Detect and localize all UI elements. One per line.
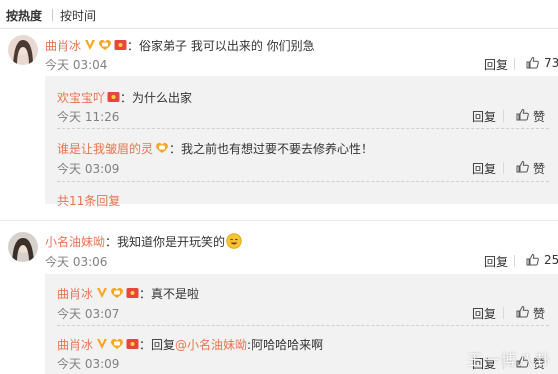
reply-text: ：真不是啦 [139,287,200,301]
like-label[interactable]: 赞 [533,108,545,125]
username-link[interactable]: 谁是让我皱眉的灵 [57,142,153,156]
thumbs-up-icon[interactable] [526,253,539,266]
comment-line: 小名油妹呦：我知道你是开玩笑的 [45,233,242,250]
red-envelope-icon [126,339,139,349]
reply-timestamp: 今天 03:09 [57,162,120,176]
reply-button[interactable]: 回复 [472,108,496,125]
reply-button[interactable]: 回复 [472,160,496,177]
reply-timestamp: 今天 11:26 [57,110,120,124]
reply-button[interactable]: 回复 [484,56,508,73]
red-envelope-icon [114,40,127,50]
red-envelope-icon [107,92,120,102]
comment-text: ：俗家弟子 我可以出来的 你们别急 [127,39,315,53]
reply-line: 谁是让我皱眉的灵 ：我之前也有想过要不要去修养心性！ [57,140,373,157]
avatar[interactable] [8,232,38,262]
fan-heart-icon [99,39,111,50]
smile-emoji-icon [226,233,242,249]
like-label[interactable]: 赞 [533,160,545,177]
thumbs-up-icon[interactable] [516,108,529,121]
thumbs-up-icon[interactable] [526,56,539,69]
reply-divider [57,325,549,326]
reply-text: ：为什么出家 [120,91,193,105]
comment-divider [0,220,558,221]
fan-heart-icon [156,142,168,153]
reply-button[interactable]: 回复 [484,253,508,270]
verified-icon [97,288,108,298]
like-label[interactable]: 赞 [533,305,545,322]
reply-text: ：我之前也有想过要不要去修养心性！ [169,142,374,156]
fan-heart-icon [111,287,123,298]
reply-timestamp: 今天 03:09 [57,357,120,371]
thumbs-up-icon[interactable] [516,160,529,173]
reply-text-prefix: ：回复 [139,338,176,352]
reply-line: 曲肖冰 ：真不是啦 [57,285,199,302]
reply-divider [57,181,549,182]
avatar[interactable] [8,35,38,65]
action-divider [503,307,504,319]
reply-line: 欢宝宝吖 ：为什么出家 [57,89,192,106]
verified-icon [85,40,96,50]
username-link[interactable]: 欢宝宝吖 [57,91,105,105]
action-divider [514,58,515,70]
like-count: 73 [544,56,558,70]
view-more-replies-link[interactable]: 共11条回复 [57,192,120,209]
thumbs-up-icon[interactable] [516,305,529,318]
reply-line: 曲肖冰 ：回复@小名油妹呦:阿哈哈哈来啊 [57,336,323,353]
red-envelope-icon [126,288,139,298]
sort-by-time-tab[interactable]: 按时间 [60,7,96,24]
comment-text: ：我知道你是开玩笑的 [105,235,226,249]
comment-timestamp: 今天 03:06 [45,255,108,269]
action-divider [514,255,515,267]
comment-line: 曲肖冰 ：俗家弟子 我可以出来的 你们别急 [45,37,315,54]
username-link[interactable]: 曲肖冰 [57,287,93,301]
action-divider [503,162,504,174]
username-link[interactable]: 小名油妹呦 [45,235,105,249]
sort-divider [52,9,53,21]
reply-button[interactable]: 回复 [472,305,496,322]
sort-bar: 按热度 按时间 [0,0,558,29]
username-link[interactable]: 曲肖冰 [57,338,93,352]
fan-heart-icon [111,338,123,349]
sort-by-hot-tab[interactable]: 按热度 [6,7,42,24]
mention-link[interactable]: @小名油妹呦 [175,338,247,352]
reply-timestamp: 今天 03:07 [57,307,120,321]
watermark: 王一博八卦 [466,351,552,369]
action-divider [503,110,504,122]
reply-divider [57,128,549,129]
username-link[interactable]: 曲肖冰 [45,39,81,53]
comment-timestamp: 今天 03:04 [45,58,108,72]
verified-icon [97,339,108,349]
reply-text-suffix: :阿哈哈哈来啊 [247,338,324,352]
like-count: 25 [544,253,558,267]
